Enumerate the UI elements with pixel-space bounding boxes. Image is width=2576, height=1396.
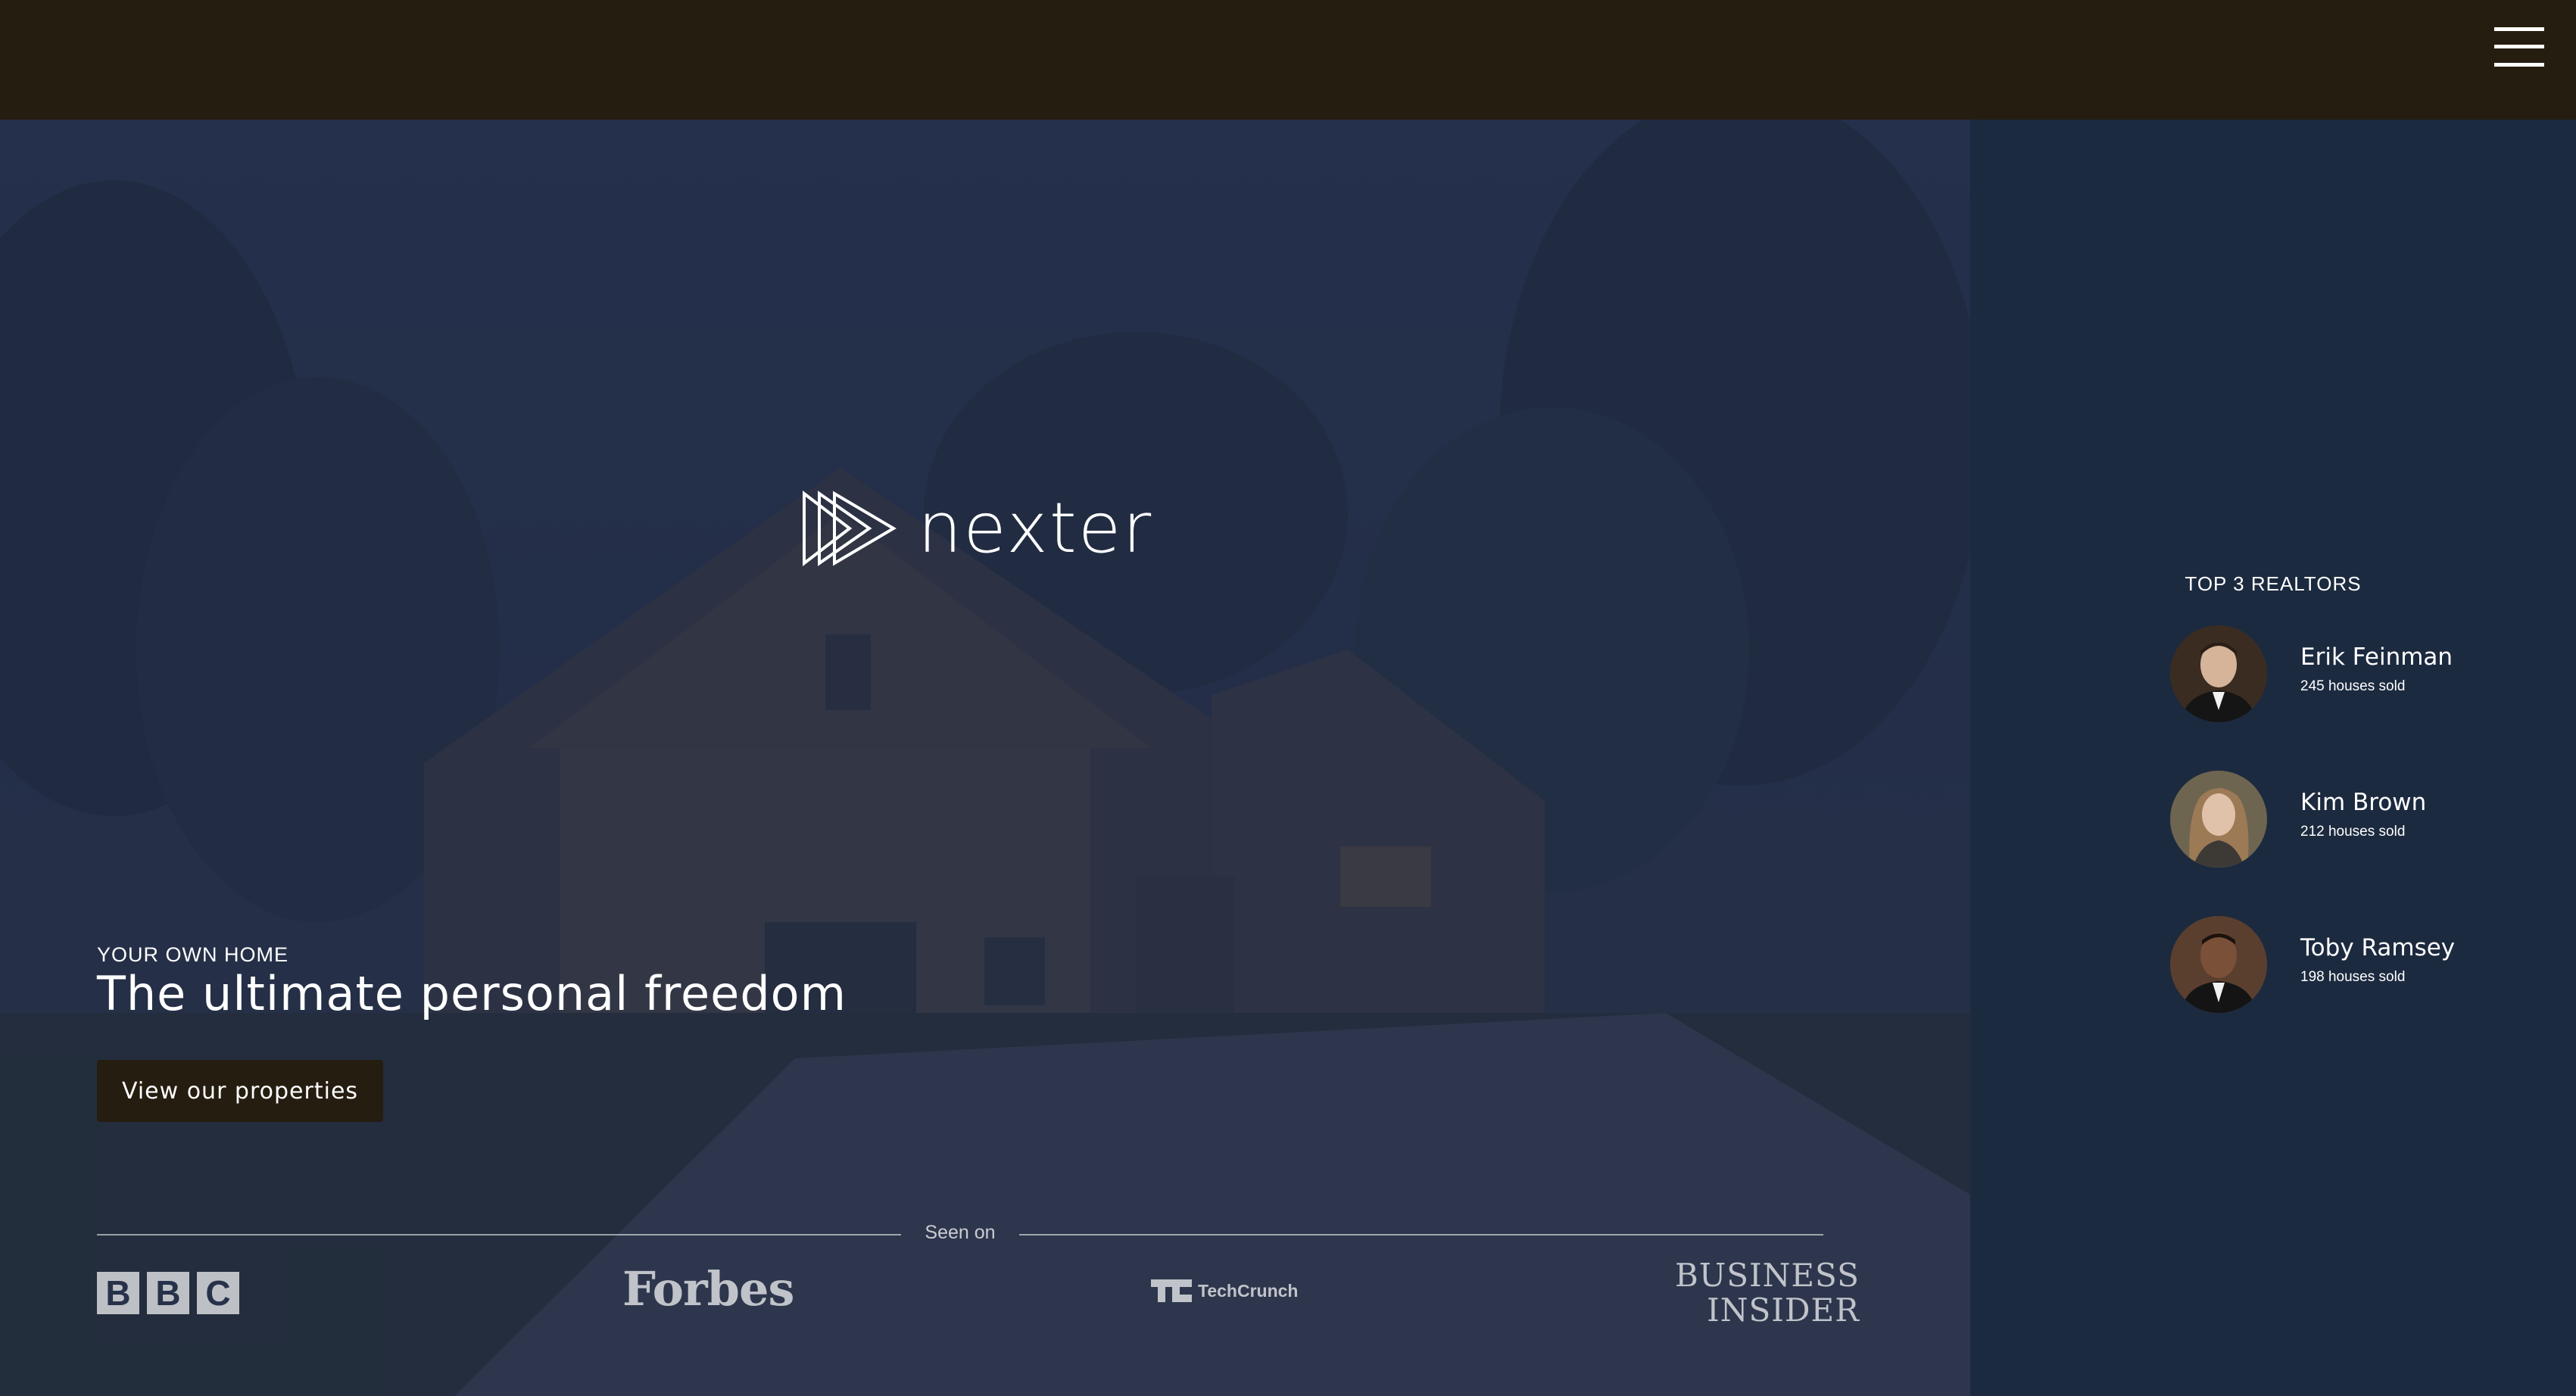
hero-eyebrow: YOUR OWN HOME [97, 943, 288, 966]
realtors-title: TOP 3 REALTORS [2185, 572, 2362, 595]
hero-section: nexter YOUR OWN HOME The ultimate person… [0, 120, 1970, 1396]
realtor-houses-sold: 212 houses sold [2300, 824, 2406, 840]
seen-on-label: Seen on [925, 1222, 996, 1243]
forbes-logo: Forbes [622, 1261, 794, 1317]
realtor-avatar [2170, 771, 2267, 868]
business-insider-logo: BUSINESS INSIDER [1675, 1257, 1860, 1329]
realtor-item[interactable]: Erik Feinman 245 houses sold [2170, 625, 2534, 724]
seen-on-divider-left [97, 1234, 901, 1236]
bbc-logo: BBC [97, 1272, 239, 1314]
brand-logo[interactable]: nexter [801, 491, 1152, 566]
triple-play-triangles-icon [803, 491, 897, 566]
hero-overlay [0, 120, 1970, 1396]
realtor-item[interactable]: Toby Ramsey 198 houses sold [2170, 916, 2534, 1014]
realtor-avatar [2170, 625, 2267, 722]
hamburger-menu-icon[interactable] [2494, 27, 2544, 67]
brand-name: nexter [918, 488, 1153, 569]
seen-on-divider-right [1019, 1234, 1823, 1236]
realtor-name: Kim Brown [2300, 789, 2427, 816]
techcrunch-logo: TechCrunch [1151, 1279, 1298, 1302]
realtor-houses-sold: 198 houses sold [2300, 969, 2406, 985]
techcrunch-mark-icon [1151, 1279, 1192, 1302]
realtor-avatar [2170, 916, 2267, 1013]
top-navigation-bar [0, 0, 2576, 120]
realtor-name: Erik Feinman [2300, 643, 2453, 671]
hero-headline: The ultimate personal freedom [97, 966, 847, 1021]
view-properties-button[interactable]: View our properties [97, 1060, 383, 1122]
realtor-houses-sold: 245 houses sold [2300, 678, 2406, 694]
realtors-sidebar: TOP 3 REALTORS Erik Feinman 245 houses s… [1970, 120, 2576, 1396]
realtor-item[interactable]: Kim Brown 212 houses sold [2170, 771, 2534, 869]
realtor-name: Toby Ramsey [2300, 934, 2456, 961]
